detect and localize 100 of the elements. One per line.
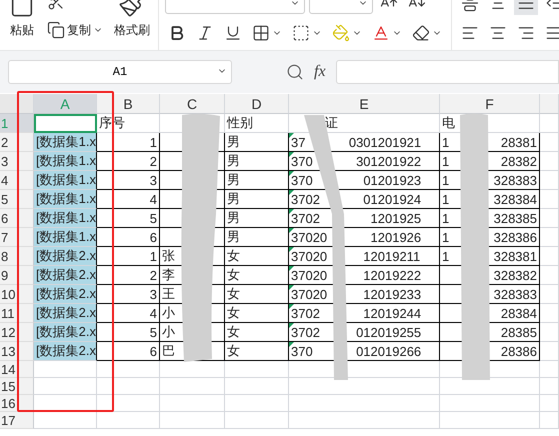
row-header[interactable]: 17 (0, 412, 34, 429)
select-all-corner[interactable] (0, 94, 34, 114)
align-left-icon (461, 24, 479, 42)
table-cell: 男 (225, 152, 289, 171)
table-cell (540, 228, 559, 247)
row-header[interactable]: 14 (0, 361, 34, 378)
format-painter-button[interactable]: 格式刷 (112, 0, 152, 39)
table-cell: 男 (225, 133, 289, 152)
column-header[interactable]: D (225, 94, 289, 114)
table-cell: [数据集1.x (34, 228, 97, 247)
font-color-icon (372, 24, 390, 42)
paste-button[interactable]: 粘贴 (6, 0, 38, 39)
function-label[interactable]: fx (314, 63, 326, 81)
table-cell (540, 133, 559, 152)
table-cell: 6 (97, 228, 160, 247)
table-cell: 序号 (97, 114, 160, 133)
table-cell (540, 361, 559, 378)
row-header[interactable]: 7 (0, 228, 34, 247)
cell-flag-icon (289, 209, 294, 214)
row-header[interactable]: 2 (0, 133, 34, 152)
table-cell (540, 152, 559, 171)
table-cell (225, 378, 289, 395)
table-cell: 5 (97, 209, 160, 228)
table-cell (225, 395, 289, 412)
table-cell: 男 (225, 171, 289, 190)
table-cell (34, 412, 97, 429)
align-right-icon (517, 24, 535, 42)
paint-bucket-icon (332, 24, 350, 42)
table-cell: [数据集2.x (34, 247, 97, 266)
column-header[interactable]: C (160, 94, 225, 114)
table-cell: 女 (225, 247, 289, 266)
table-cell (540, 395, 559, 412)
cell-flag-icon (289, 285, 294, 290)
underline-icon (224, 24, 242, 42)
table-cell (540, 285, 559, 304)
table-cell: [数据集1.x (34, 133, 97, 152)
row-header[interactable]: 8 (0, 247, 34, 266)
table-cell: [数据集1.x (34, 152, 97, 171)
table-cell (160, 395, 225, 412)
row-header[interactable]: 10 (0, 285, 34, 304)
table-cell: 男 (225, 228, 289, 247)
column-header[interactable]: E (289, 94, 440, 114)
cell-flag-icon (289, 133, 294, 138)
table-cell (540, 171, 559, 190)
table-cell (225, 361, 289, 378)
search-icon (286, 63, 304, 81)
table-cell (97, 378, 160, 395)
table-cell (97, 361, 160, 378)
table-cell: 女 (225, 323, 289, 342)
table-cell (540, 342, 559, 361)
borders-icon (252, 24, 270, 42)
cell-flag-icon (289, 152, 294, 157)
table-cell: [数据集2.x (34, 304, 97, 323)
row-header[interactable]: 11 (0, 304, 34, 323)
row-header[interactable]: 12 (0, 323, 34, 342)
table-cell: [数据集2.x (34, 342, 97, 361)
row-header[interactable]: 5 (0, 190, 34, 209)
row-header[interactable]: 15 (0, 378, 34, 395)
align-center-icon (489, 24, 507, 42)
table-cell: 性别 (225, 114, 289, 133)
table-cell: [数据集2.x (34, 266, 97, 285)
cell-flag-icon (289, 304, 294, 309)
row-header[interactable]: 6 (0, 209, 34, 228)
table-cell (160, 412, 225, 429)
row-header[interactable]: 13 (0, 342, 34, 361)
table-cell: [数据集1.x (34, 190, 97, 209)
formula-field[interactable] (336, 60, 559, 84)
table-cell (540, 190, 559, 209)
table-cell: 4 (97, 304, 160, 323)
justify-icon (545, 24, 559, 42)
table-cell: 3 (97, 171, 160, 190)
table-cell: 男 (225, 190, 289, 209)
dashed-square-icon (292, 24, 310, 42)
row-header[interactable]: 3 (0, 152, 34, 171)
table-cell: [数据集1.x (34, 171, 97, 190)
cell-flag-icon (289, 342, 294, 347)
table-cell: [数据集2.x (34, 285, 97, 304)
table-cell (34, 361, 97, 378)
table-cell (97, 412, 160, 429)
row-header[interactable]: 9 (0, 266, 34, 285)
selected-cell[interactable] (34, 114, 97, 133)
table-cell (540, 209, 559, 228)
table-cell (34, 378, 97, 395)
name-box[interactable]: A1 (8, 60, 232, 84)
table-cell: [数据集1.x (34, 209, 97, 228)
table-cell (540, 304, 559, 323)
cell-flag-icon (289, 266, 294, 271)
column-header[interactable]: F (440, 94, 540, 114)
copy-button[interactable]: 复制 (44, 18, 106, 42)
table-cell: 4 (97, 190, 160, 209)
table-cell: 1 (97, 247, 160, 266)
row-header[interactable]: 4 (0, 171, 34, 190)
table-cell: 女 (225, 285, 289, 304)
table-cell: 女 (225, 304, 289, 323)
table-cell (540, 412, 559, 429)
table-cell (160, 378, 225, 395)
table-cell: [数据集2.x (34, 323, 97, 342)
table-cell (540, 378, 559, 395)
table-cell (540, 114, 559, 133)
column-header[interactable]: B (97, 94, 160, 114)
